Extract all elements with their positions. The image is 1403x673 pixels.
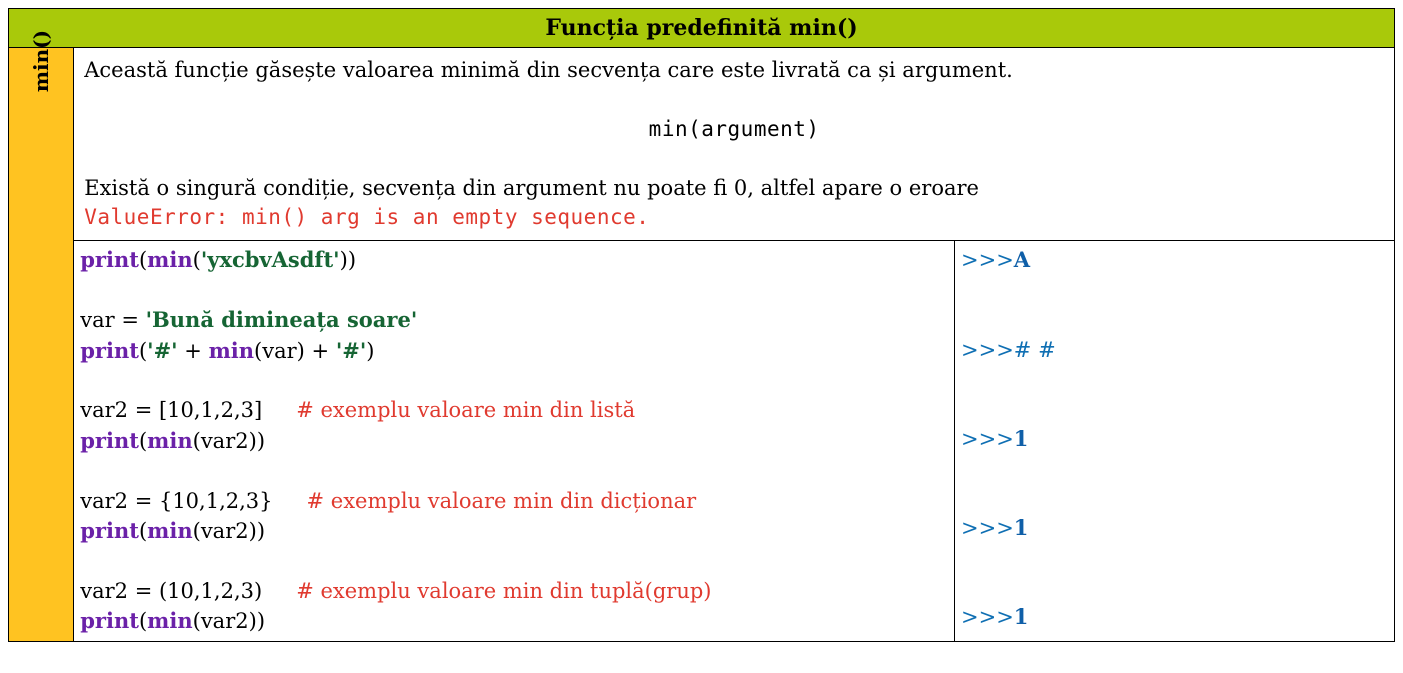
error-message: ValueError: min() arg is an empty sequen… — [84, 203, 1384, 232]
code-line-6: var2 = {10,1,2,3}# exemplu valoare min d… — [80, 486, 948, 516]
code-line-9: print(min(var2)) — [80, 606, 948, 636]
signature: min(argument) — [84, 115, 1384, 144]
code-line-3: print('#' + min(var) + '#') — [80, 336, 948, 366]
code-cell: print(min('yxcbvAsdft')) var = 'Bună dim… — [74, 241, 955, 642]
code-line-4: var2 = [10,1,2,3]# exemplu valoare min d… — [80, 395, 948, 425]
description-cell: Această funcție găsește valoarea minimă … — [74, 48, 1395, 241]
code-line-8: var2 = (10,1,2,3)# exemplu valoare min d… — [80, 576, 948, 606]
desc-paragraph-1: Această funcție găsește valoarea minimă … — [84, 56, 1384, 85]
output-line-3: >>>1 — [961, 424, 1388, 454]
output-line-1: >>>A — [961, 245, 1388, 275]
output-line-5: >>>1 — [961, 602, 1388, 632]
output-line-4: >>>1 — [961, 513, 1388, 543]
code-line-5: print(min(var2)) — [80, 426, 948, 456]
code-line-2: var = 'Bună dimineața soare' — [80, 305, 948, 335]
desc-paragraph-2: Există o singură condiție, secvența din … — [84, 174, 1384, 203]
output-line-2: >>># # — [961, 335, 1388, 365]
sidebar-cell: min() — [9, 48, 74, 642]
output-cell: >>>A >>># # >>>1 >>>1 >>>1 — [955, 241, 1395, 642]
header-title: Funcția predefinită min() — [545, 15, 857, 41]
table-header: Funcția predefinită min() — [9, 9, 1395, 48]
doc-table: Funcția predefinită min() min() Această … — [8, 8, 1395, 642]
code-line-1: print(min('yxcbvAsdft')) — [80, 245, 948, 275]
sidebar-label: min() — [29, 30, 53, 92]
code-line-7: print(min(var2)) — [80, 516, 948, 546]
